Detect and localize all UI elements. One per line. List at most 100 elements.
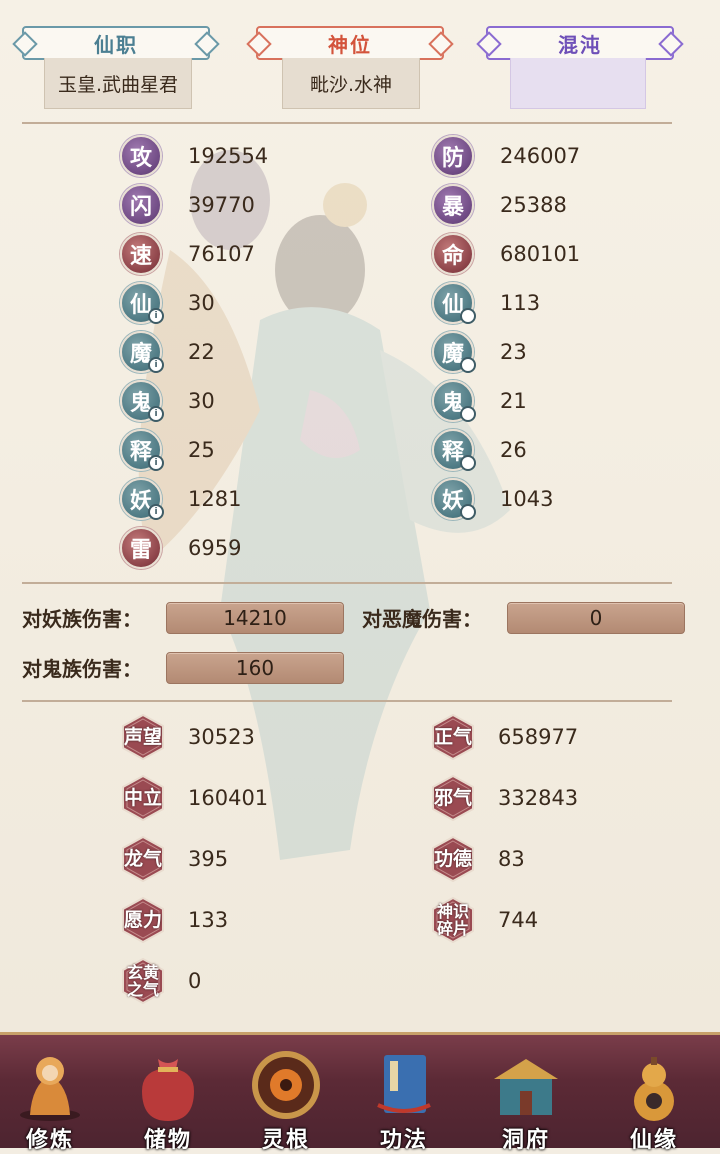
ring-mark-icon	[460, 455, 476, 471]
reputation-label: 中立	[123, 787, 162, 809]
tab-chaos[interactable]: 混沌	[472, 26, 688, 60]
stat-row: 雷 6959	[120, 527, 241, 569]
reputation-hex-badge: 正气	[430, 714, 476, 760]
immortal-rank-value: 玉皇.武曲星君	[44, 58, 192, 109]
stat-badge: 攻	[120, 135, 162, 177]
reputation-hex-badge: 声望	[120, 714, 166, 760]
stat-badge: 鬼i	[120, 380, 164, 422]
damage-vs-devil-label: 对恶魔伤害：	[362, 607, 482, 631]
reputation-label: 愿力	[123, 909, 162, 931]
nav-cave-palace[interactable]: 洞府	[476, 1045, 576, 1153]
stat-row: 仙 i 30	[120, 282, 215, 324]
reputation-label: 声望	[123, 726, 162, 748]
nav-label: 修炼	[25, 1128, 74, 1153]
stat-row: 命 680101	[432, 233, 581, 275]
stat-row: 防 246007	[432, 135, 581, 177]
nav-storage[interactable]: 储物	[118, 1045, 218, 1153]
tab-label: 混沌	[558, 32, 602, 57]
stat-value: 246007	[500, 144, 581, 168]
attribute-panel: 仙职 神位 混沌 玉皇.武曲星君 毗沙.水神 攻 192554 闪 39770 速 761…	[0, 0, 720, 1032]
damage-vs-ghost-race-label: 对鬼族伤害：	[22, 657, 142, 681]
tab-label: 仙职	[94, 32, 138, 57]
stat-badge-label: 闪	[129, 195, 152, 220]
storage-bag-icon	[142, 1059, 194, 1121]
reputation-value: 0	[188, 969, 202, 993]
stat-badge: 仙i	[120, 282, 164, 324]
reputation-row: 玄黄 之气 0	[120, 958, 201, 1004]
info-mark-icon: i	[148, 308, 164, 324]
ring-mark-icon	[460, 406, 476, 422]
cave-palace-icon	[494, 1059, 558, 1115]
stat-badge: 魔	[432, 331, 476, 373]
reputation-label: 邪气	[433, 787, 472, 809]
reputation-row: 愿力 133	[120, 897, 228, 943]
stat-value: 39770	[188, 193, 255, 217]
stat-row: 魔 23	[432, 331, 527, 373]
stat-badge: 妖	[432, 478, 476, 520]
stat-value: 1043	[500, 487, 554, 511]
stat-badge: 雷	[120, 527, 162, 569]
reputation-row: 正气 658977	[430, 714, 578, 760]
stat-badge: 妖i	[120, 478, 164, 520]
spirit-root-icon	[252, 1051, 320, 1119]
nav-label: 洞府	[501, 1128, 550, 1153]
stat-row: 速 76107	[120, 233, 255, 275]
stat-badge-label: 速	[129, 244, 152, 269]
stat-badge: 释	[432, 429, 476, 471]
stat-value: 30	[188, 389, 215, 413]
reputation-hex-badge: 功德	[430, 836, 476, 882]
stat-row: 释 26	[432, 429, 527, 471]
stat-value: 25	[188, 438, 215, 462]
divider	[22, 700, 672, 702]
cultivate-icon	[20, 1057, 80, 1121]
reputation-row: 邪气 332843	[430, 775, 578, 821]
reputation-value: 83	[498, 847, 525, 871]
stat-value: 113	[500, 291, 541, 315]
nav-technique[interactable]: 功法	[354, 1045, 454, 1153]
stat-row: 攻 192554	[120, 135, 268, 177]
info-mark-icon: i	[148, 357, 164, 373]
reputation-value: 160401	[188, 786, 269, 810]
reputation-row: 神识 碎片 744	[430, 897, 538, 943]
stat-badge-label: 防	[441, 146, 464, 171]
stat-badge-label: 暴	[441, 195, 464, 220]
stat-value: 22	[188, 340, 215, 364]
reputation-hex-badge: 邪气	[430, 775, 476, 821]
reputation-value: 658977	[498, 725, 579, 749]
nav-spirit-root[interactable]: 灵根	[236, 1045, 336, 1153]
damage-vs-demon-race-value: 14210	[166, 602, 344, 634]
damage-vs-demon-race-label: 对妖族伤害：	[22, 607, 142, 631]
stat-badge-label: 攻	[129, 146, 152, 171]
stat-badge: 鬼	[432, 380, 476, 422]
reputation-row: 龙气 395	[120, 836, 228, 882]
reputation-hex-badge: 玄黄 之气	[120, 958, 166, 1004]
stat-badge-label: 雷	[129, 538, 152, 563]
reputation-value: 332843	[498, 786, 579, 810]
tab-divine-position[interactable]: 神位	[242, 26, 458, 60]
stat-badge: 暴	[432, 184, 474, 226]
ring-mark-icon	[460, 504, 476, 520]
stat-value: 1281	[188, 487, 242, 511]
stat-value: 680101	[500, 242, 581, 266]
reputation-value: 395	[188, 847, 229, 871]
nav-cultivate[interactable]: 修炼	[0, 1045, 100, 1153]
stat-value: 23	[500, 340, 527, 364]
stat-badge-label: 命	[441, 244, 464, 269]
gourd-icon	[634, 1057, 674, 1121]
reputation-label: 神识 碎片	[436, 902, 469, 938]
ring-mark-icon	[460, 357, 476, 373]
reputation-value: 30523	[188, 725, 255, 749]
bottom-nav: 修炼 储物 灵根 功法 洞府 仙缘	[0, 1032, 720, 1153]
reputation-hex-badge: 龙气	[120, 836, 166, 882]
nav-label: 仙缘	[629, 1128, 678, 1153]
reputation-label: 正气	[433, 726, 472, 748]
stat-badge: 命	[432, 233, 474, 275]
stat-value: 25388	[500, 193, 567, 217]
stat-badge: 速	[120, 233, 162, 275]
tab-immortal-rank[interactable]: 仙职	[8, 26, 224, 60]
nav-immortal-fate[interactable]: 仙缘	[604, 1045, 704, 1153]
reputation-row: 中立 160401	[120, 775, 268, 821]
nav-label: 功法	[379, 1128, 428, 1153]
stat-row: 闪 39770	[120, 184, 255, 226]
stat-row: 妖 1043	[432, 478, 554, 520]
